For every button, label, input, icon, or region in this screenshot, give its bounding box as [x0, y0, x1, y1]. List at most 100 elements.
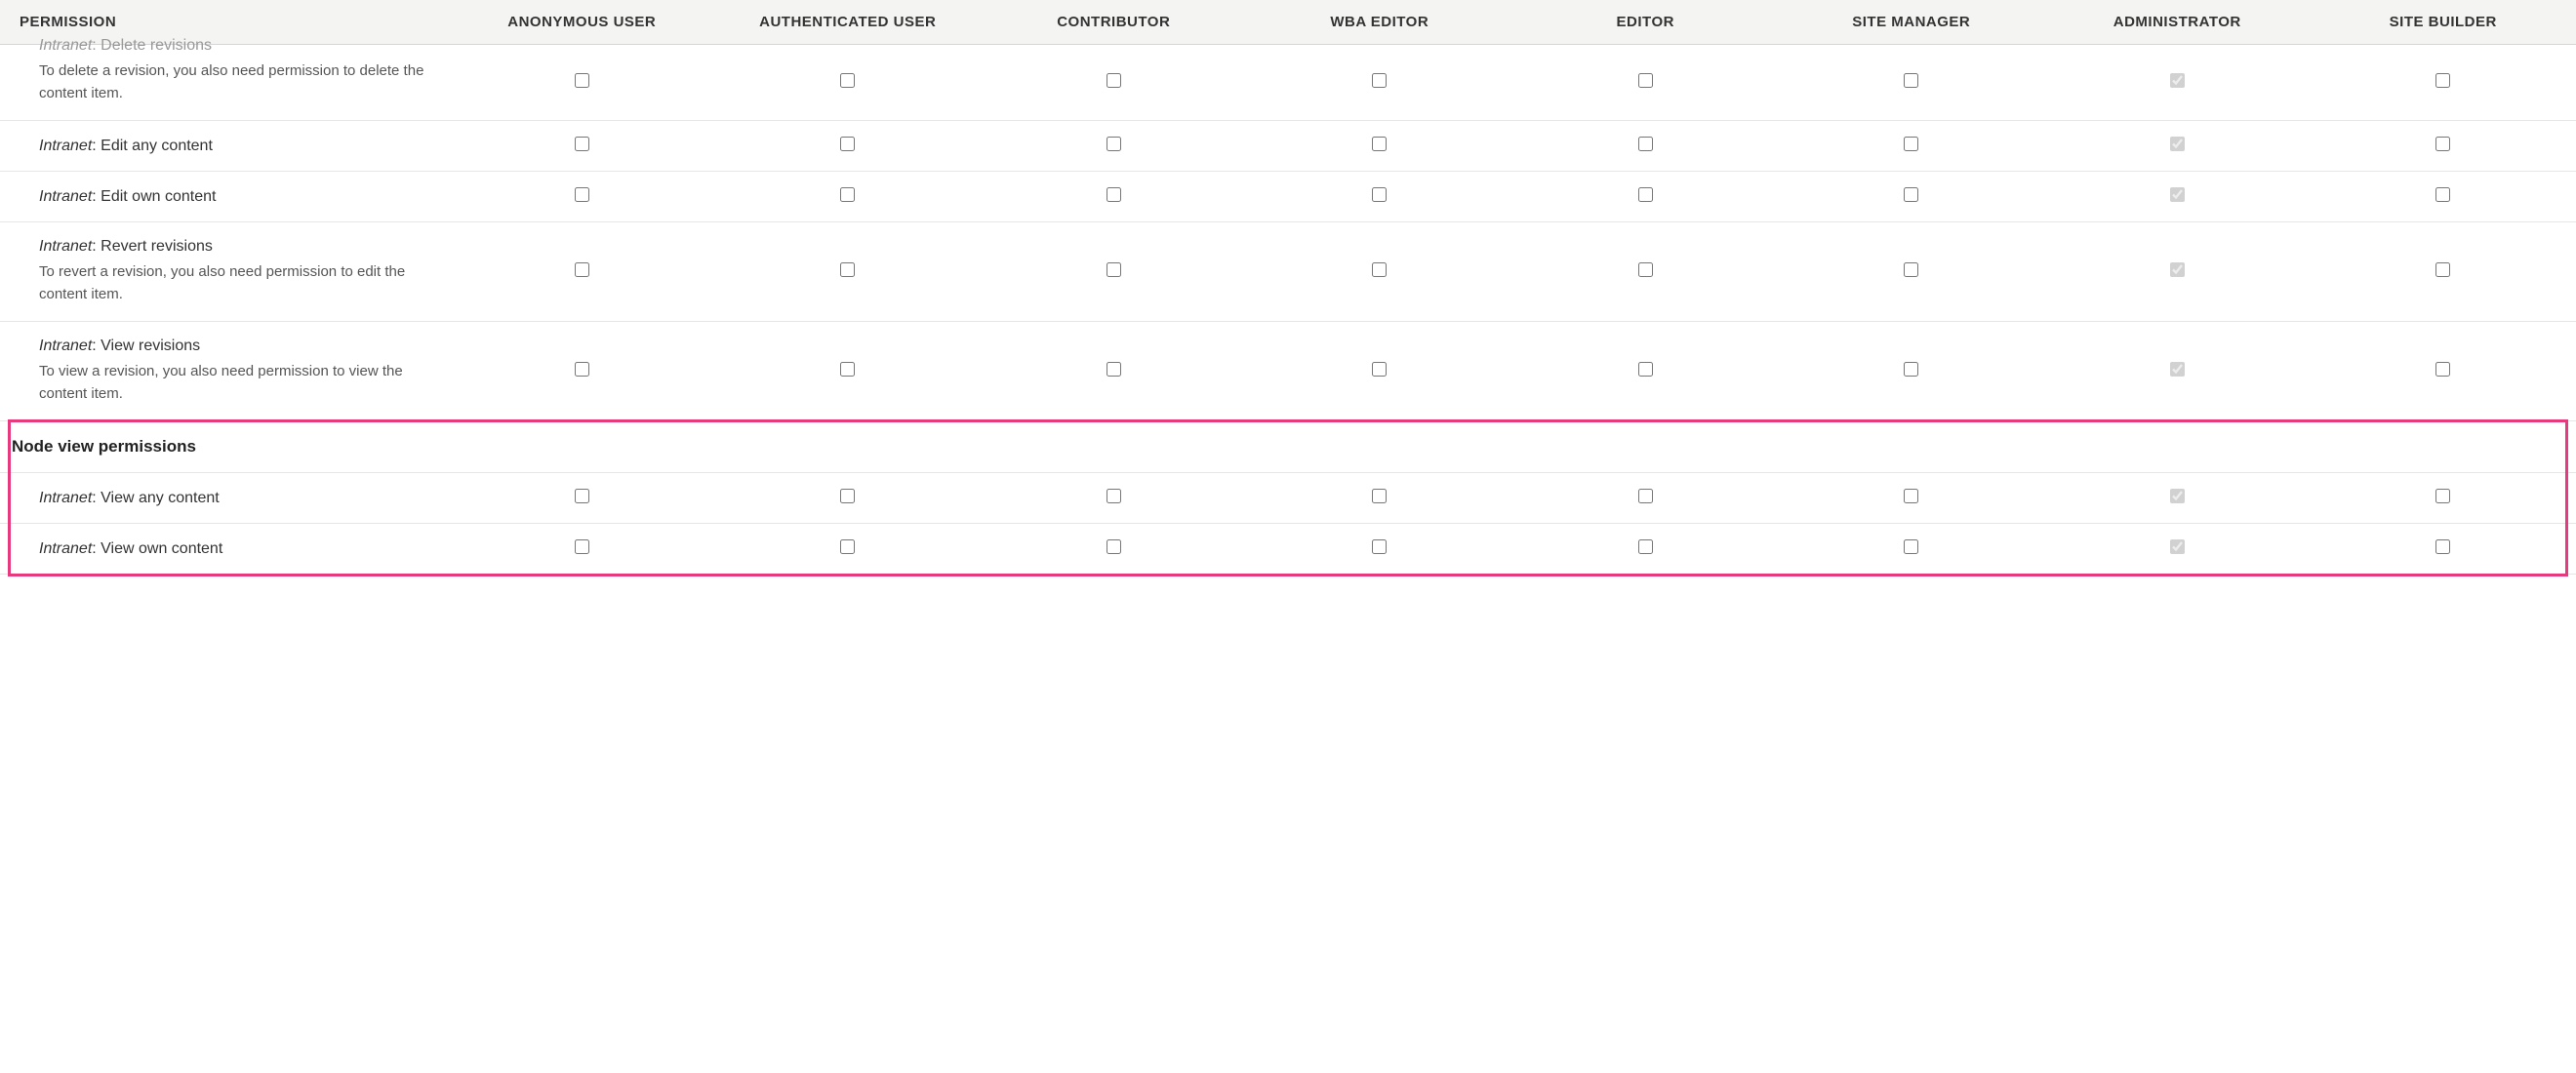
checkbox-cell [2044, 45, 2311, 121]
permission-title: Intranet: Delete revisions [39, 37, 429, 55]
permission-cell: Intranet: Edit own content [0, 172, 449, 222]
checkbox-cell [2311, 45, 2576, 121]
permission-checkbox[interactable] [575, 187, 589, 202]
permission-checkbox[interactable] [2435, 489, 2450, 503]
permission-checkbox [2170, 539, 2185, 554]
permission-checkbox[interactable] [1372, 262, 1387, 277]
checkbox-cell [1247, 45, 1513, 121]
permission-checkbox[interactable] [1638, 539, 1653, 554]
checkbox-cell [981, 172, 1247, 222]
permission-checkbox [2170, 137, 2185, 151]
permission-checkbox[interactable] [575, 539, 589, 554]
permission-checkbox[interactable] [1372, 539, 1387, 554]
header-role-4: EDITOR [1512, 0, 1779, 45]
permission-checkbox[interactable] [1107, 362, 1121, 377]
permission-title: Intranet: Edit own content [39, 188, 429, 206]
checkbox-cell [1512, 222, 1779, 322]
checkbox-cell [2044, 172, 2311, 222]
permission-checkbox[interactable] [1904, 137, 1918, 151]
permission-description: To revert a revision, you also need perm… [39, 261, 429, 305]
permission-checkbox[interactable] [840, 539, 855, 554]
permission-checkbox[interactable] [1107, 262, 1121, 277]
permission-checkbox[interactable] [575, 362, 589, 377]
permission-checkbox[interactable] [1372, 489, 1387, 503]
permission-checkbox[interactable] [840, 262, 855, 277]
header-role-7: SITE BUILDER [2311, 0, 2576, 45]
permission-checkbox[interactable] [1904, 73, 1918, 88]
permission-prefix: Intranet [39, 338, 92, 354]
permission-checkbox[interactable] [1372, 187, 1387, 202]
permission-checkbox [2170, 262, 2185, 277]
checkbox-cell [1779, 222, 2045, 322]
permission-checkbox[interactable] [575, 489, 589, 503]
permission-checkbox[interactable] [840, 362, 855, 377]
permission-checkbox[interactable] [1107, 539, 1121, 554]
permission-checkbox[interactable] [1372, 73, 1387, 88]
permission-title: Intranet: View own content [39, 540, 429, 558]
permission-checkbox[interactable] [840, 73, 855, 88]
checkbox-cell [981, 45, 1247, 121]
permission-checkbox[interactable] [1638, 262, 1653, 277]
permission-checkbox[interactable] [840, 187, 855, 202]
permission-checkbox[interactable] [1107, 73, 1121, 88]
checkbox-cell [2044, 524, 2311, 575]
permission-checkbox[interactable] [1638, 362, 1653, 377]
permission-checkbox[interactable] [1904, 489, 1918, 503]
checkbox-cell [2044, 121, 2311, 172]
permission-checkbox[interactable] [1638, 73, 1653, 88]
permission-prefix: Intranet [39, 138, 92, 154]
permission-checkbox[interactable] [1372, 362, 1387, 377]
permission-checkbox[interactable] [1107, 187, 1121, 202]
permission-checkbox[interactable] [2435, 362, 2450, 377]
permission-name: Edit any content [101, 138, 213, 154]
permission-checkbox[interactable] [840, 489, 855, 503]
checkbox-cell [449, 172, 715, 222]
permission-checkbox[interactable] [840, 137, 855, 151]
permission-checkbox [2170, 187, 2185, 202]
permission-checkbox[interactable] [1638, 187, 1653, 202]
checkbox-cell [1512, 45, 1779, 121]
permission-checkbox[interactable] [1904, 539, 1918, 554]
permission-checkbox[interactable] [1107, 489, 1121, 503]
permission-name: View own content [101, 540, 222, 557]
permission-cell: Intranet: View own content [0, 524, 449, 575]
permission-checkbox[interactable] [1372, 137, 1387, 151]
permission-prefix: Intranet [39, 188, 92, 205]
permission-checkbox[interactable] [1904, 362, 1918, 377]
permission-checkbox[interactable] [1904, 187, 1918, 202]
section-row: Node view permissions [0, 421, 2576, 473]
permission-row: Intranet: View revisionsTo view a revisi… [0, 322, 2576, 421]
permission-checkbox[interactable] [2435, 262, 2450, 277]
checkbox-cell [1512, 473, 1779, 524]
permission-checkbox[interactable] [2435, 73, 2450, 88]
permission-name: View revisions [101, 338, 200, 354]
checkbox-cell [449, 45, 715, 121]
checkbox-cell [2311, 172, 2576, 222]
permission-title: Intranet: View any content [39, 490, 429, 507]
permission-checkbox[interactable] [2435, 187, 2450, 202]
checkbox-cell [715, 121, 982, 172]
permission-checkbox[interactable] [575, 73, 589, 88]
checkbox-cell [981, 222, 1247, 322]
permission-cell: Intranet: Delete revisionsTo delete a re… [0, 45, 449, 121]
permission-checkbox[interactable] [2435, 137, 2450, 151]
checkbox-cell [981, 524, 1247, 575]
permission-checkbox[interactable] [1638, 489, 1653, 503]
permission-checkbox[interactable] [1638, 137, 1653, 151]
checkbox-cell [2044, 322, 2311, 421]
permission-description: To delete a revision, you also need perm… [39, 60, 429, 104]
permission-checkbox[interactable] [1107, 137, 1121, 151]
permission-checkbox[interactable] [1904, 262, 1918, 277]
permission-name: Edit own content [101, 188, 216, 205]
permission-checkbox[interactable] [575, 137, 589, 151]
checkbox-cell [715, 172, 982, 222]
checkbox-cell [2044, 473, 2311, 524]
permission-checkbox[interactable] [575, 262, 589, 277]
header-role-0: ANONYMOUS USER [449, 0, 715, 45]
header-role-3: WBA EDITOR [1247, 0, 1513, 45]
checkbox-cell [715, 45, 982, 121]
permission-checkbox[interactable] [2435, 539, 2450, 554]
checkbox-cell [2311, 322, 2576, 421]
permission-row: Intranet: View own content [0, 524, 2576, 575]
checkbox-cell [2044, 222, 2311, 322]
